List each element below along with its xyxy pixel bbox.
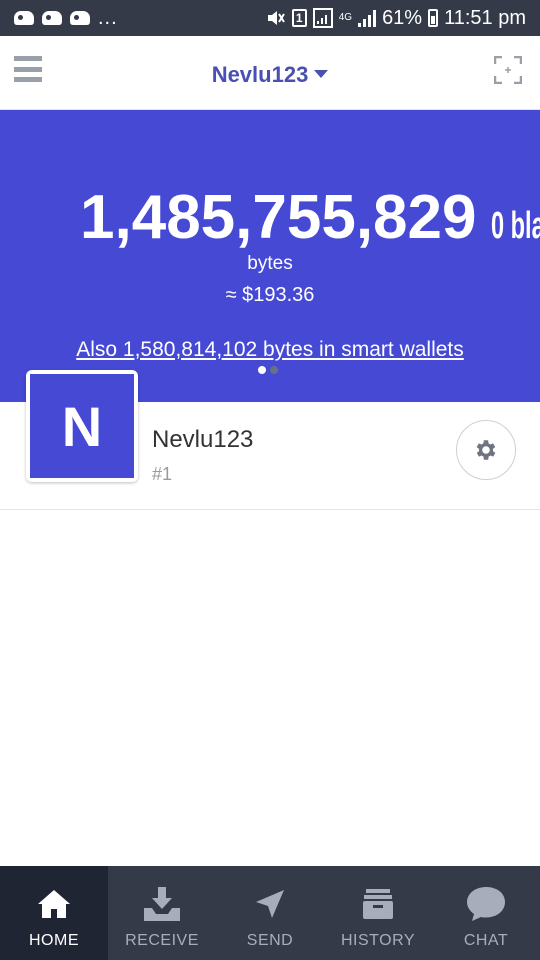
- nav-chat[interactable]: CHAT: [432, 866, 540, 960]
- balance-extra: 0 black: [490, 205, 540, 247]
- balance-row: 1,485,755,829 0 black: [80, 182, 540, 253]
- balance-fiat: ≈ $193.36: [225, 284, 315, 306]
- system-icons: 1 4G 61% 11:51 pm: [266, 7, 526, 30]
- clock: 11:51 pm: [444, 6, 526, 29]
- wallet-selector[interactable]: Nevlu123: [0, 62, 540, 88]
- battery-percent: 61%: [382, 6, 423, 29]
- wifi-signal-icon: [312, 8, 333, 28]
- nav-send[interactable]: SEND: [216, 866, 324, 960]
- chat-notification-icon: [14, 11, 34, 25]
- cell-signal-icon: [358, 9, 377, 27]
- nav-receive-label: RECEIVE: [125, 932, 199, 949]
- balance-banner: 1,485,755,829 0 black bytes ≈ $193.36 Al…: [0, 110, 540, 402]
- more-notifications: ...: [98, 6, 118, 29]
- wallet-settings-button[interactable]: [456, 420, 516, 480]
- avatar-letter: N: [30, 374, 134, 478]
- nav-home[interactable]: HOME: [0, 866, 108, 960]
- scan-qr-icon[interactable]: [493, 55, 523, 85]
- screen: ... 1 4G 61% 11:51 pm Nevlu123 1,485,755…: [0, 0, 540, 960]
- caret-down-icon: [314, 70, 329, 78]
- nav-send-label: SEND: [246, 932, 294, 949]
- network-type: 4G: [338, 12, 353, 23]
- smart-wallets-link[interactable]: Also 1,580,814,102 bytes in smart wallet…: [60, 332, 480, 368]
- send-icon: [250, 884, 290, 924]
- status-bar: ... 1 4G 61% 11:51 pm: [0, 0, 540, 36]
- chat-notification-icon: [42, 11, 62, 25]
- nav-chat-label: CHAT: [463, 932, 509, 949]
- nav-receive[interactable]: RECEIVE: [108, 866, 216, 960]
- app-bar: Nevlu123: [0, 36, 540, 110]
- receive-icon: [142, 884, 182, 924]
- chat-notification-icon: [70, 11, 90, 25]
- pager-dot-active: [258, 366, 266, 374]
- mute-icon: [266, 9, 286, 27]
- bottom-nav: HOME RECEIVE SEND HISTORY CHAT: [0, 866, 540, 960]
- balance-unit: bytes: [247, 253, 293, 274]
- wallet-card[interactable]: N Nevlu123 #1: [0, 370, 540, 510]
- pager-dot[interactable]: [270, 366, 278, 374]
- nav-history[interactable]: HISTORY: [324, 866, 432, 960]
- wallet-avatar: N: [26, 370, 138, 482]
- pager-dots: [258, 366, 278, 374]
- wallet-index: #1: [152, 464, 173, 484]
- nav-history-label: HISTORY: [340, 932, 416, 949]
- notification-icons: ...: [14, 7, 118, 30]
- battery-icon: [428, 9, 439, 27]
- gear-icon: [476, 440, 496, 460]
- history-icon: [358, 884, 398, 924]
- balance-amount: 1,485,755,829: [80, 183, 477, 252]
- chat-icon: [466, 884, 506, 924]
- nav-home-label: HOME: [29, 932, 79, 949]
- wallet-name: Nevlu123: [152, 426, 254, 453]
- wallet-selector-label: Nevlu123: [211, 62, 309, 87]
- home-icon: [34, 884, 74, 924]
- sim-badge: 1: [291, 9, 307, 27]
